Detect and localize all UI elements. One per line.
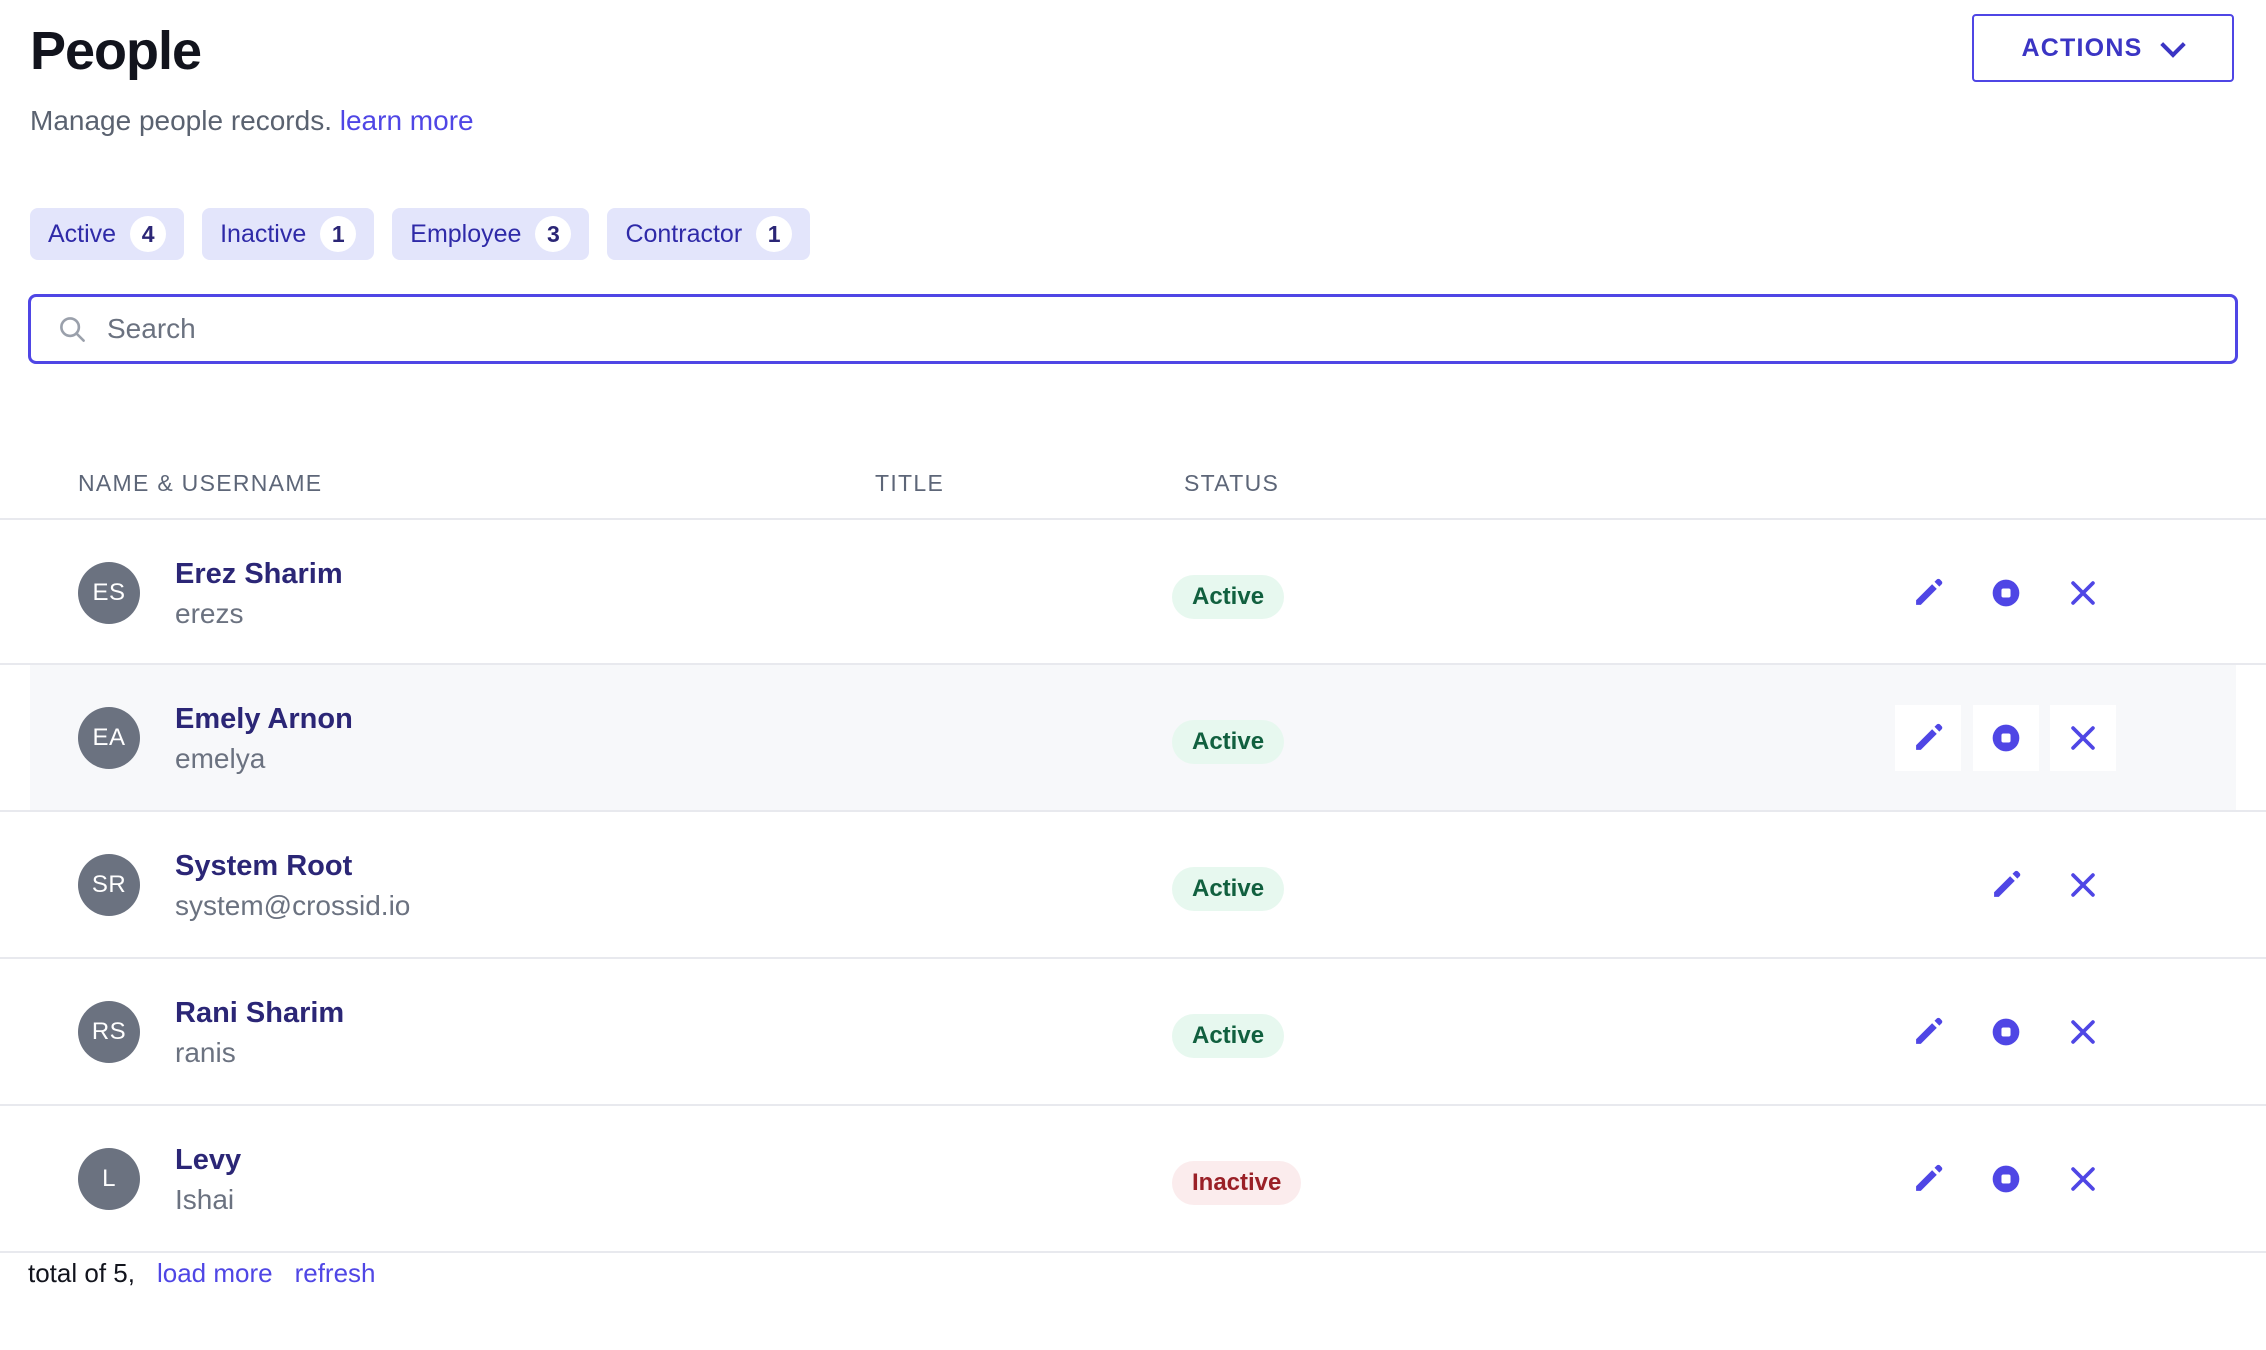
people-page: People Manage people records. learn more… xyxy=(0,0,2266,1350)
table-row[interactable]: L Levy Ishai Inactive xyxy=(0,1106,2266,1253)
name-cell: System Root system@crossid.io xyxy=(175,848,410,923)
page-header: People Manage people records. learn more… xyxy=(0,0,2266,160)
block-button[interactable] xyxy=(1973,999,2039,1065)
edit-icon xyxy=(1911,576,1945,610)
filter-chip-label: Contractor xyxy=(625,219,743,248)
close-icon xyxy=(2066,1162,2100,1196)
edit-button[interactable] xyxy=(1895,560,1961,626)
name-cell: Erez Sharim erezs xyxy=(175,556,343,631)
table-row[interactable]: RS Rani Sharim ranis Active xyxy=(0,959,2266,1106)
person-username: ranis xyxy=(175,1037,236,1069)
filter-chip-count: 3 xyxy=(535,216,572,252)
actions-button[interactable]: ACTIONS xyxy=(1972,14,2234,82)
table-row-background: EA Emely Arnon emelya Active xyxy=(30,665,2236,810)
search-icon xyxy=(60,317,85,342)
table-footer: total of 5, load more refresh xyxy=(28,1258,376,1289)
edit-button[interactable] xyxy=(1973,852,2039,918)
person-name-link[interactable]: System Root xyxy=(175,848,410,884)
filter-chip-count: 1 xyxy=(756,216,793,252)
table-row[interactable]: EA Emely Arnon emelya Active xyxy=(0,665,2266,812)
filter-chip-contractor[interactable]: Contractor 1 xyxy=(607,208,811,260)
table-row-background: L Levy Ishai Inactive xyxy=(30,1106,2236,1251)
close-icon xyxy=(2066,576,2100,610)
close-icon xyxy=(2066,1015,2100,1049)
column-header-status: STATUS xyxy=(1184,470,1280,496)
search-box[interactable] xyxy=(28,294,2238,364)
page-subtitle: Manage people records. learn more xyxy=(30,104,474,138)
person-username: system@crossid.io xyxy=(175,890,411,922)
avatar: EA xyxy=(78,707,140,769)
person-username: emelya xyxy=(175,743,266,775)
load-more-link[interactable]: load more xyxy=(157,1258,273,1289)
close-icon xyxy=(2066,868,2100,902)
filter-chip-count: 4 xyxy=(130,216,167,252)
person-name-link[interactable]: Levy xyxy=(175,1142,241,1178)
status-badge: Active xyxy=(1172,575,1285,619)
table-row[interactable]: ES Erez Sharim erezs Active xyxy=(0,518,2266,665)
block-button[interactable] xyxy=(1973,1146,2039,1212)
avatar: SR xyxy=(78,854,140,916)
edit-button[interactable] xyxy=(1895,1146,1961,1212)
filter-chip-employee[interactable]: Employee 3 xyxy=(392,208,590,260)
filter-chip-inactive[interactable]: Inactive 1 xyxy=(202,208,375,260)
edit-icon xyxy=(1989,868,2023,902)
status-badge: Active xyxy=(1172,867,1285,911)
name-cell: Rani Sharim ranis xyxy=(175,995,344,1070)
close-button[interactable] xyxy=(2050,999,2116,1065)
block-icon xyxy=(1990,1163,2022,1195)
person-username: erezs xyxy=(175,598,244,630)
chevron-down-icon xyxy=(2164,34,2184,54)
close-button[interactable] xyxy=(2050,560,2116,626)
table-row-background: RS Rani Sharim ranis Active xyxy=(30,959,2236,1104)
learn-more-link[interactable]: learn more xyxy=(340,105,474,136)
close-button[interactable] xyxy=(2050,705,2116,771)
name-cell: Levy Ishai xyxy=(175,1142,241,1217)
edit-icon xyxy=(1911,721,1945,755)
close-icon xyxy=(2066,721,2100,755)
edit-icon xyxy=(1911,1015,1945,1049)
name-cell: Emely Arnon emelya xyxy=(175,701,353,776)
table-header-row: NAME & USERNAME TITLE STATUS xyxy=(0,448,2266,518)
block-icon xyxy=(1990,1016,2022,1048)
page-title: People xyxy=(30,21,202,81)
edit-button[interactable] xyxy=(1895,999,1961,1065)
table-body: ES Erez Sharim erezs Active EA Emely Arnon eme… xyxy=(0,518,2266,1253)
filter-chip-label: Inactive xyxy=(220,219,307,248)
total-count-label: total of 5, xyxy=(28,1258,135,1288)
block-icon xyxy=(1990,577,2022,609)
close-button[interactable] xyxy=(2050,852,2116,918)
status-badge: Active xyxy=(1172,720,1285,764)
status-badge: Inactive xyxy=(1172,1161,1302,1205)
filter-chip-list: Active 4 Inactive 1 Employee 3 Contractor 1 xyxy=(30,208,811,260)
edit-icon xyxy=(1911,1162,1945,1196)
filter-chip-label: Employee xyxy=(410,219,522,248)
edit-button[interactable] xyxy=(1895,705,1961,771)
person-username: Ishai xyxy=(175,1184,235,1216)
block-button[interactable] xyxy=(1973,560,2039,626)
person-name-link[interactable]: Emely Arnon xyxy=(175,701,353,737)
column-header-name: NAME & USERNAME xyxy=(78,470,323,496)
status-badge: Active xyxy=(1172,1014,1285,1058)
filter-chip-count: 1 xyxy=(320,216,357,252)
actions-button-label: ACTIONS xyxy=(2021,33,2143,62)
filter-chip-label: Active xyxy=(48,219,117,248)
people-table: NAME & USERNAME TITLE STATUS ES Erez Shar… xyxy=(0,448,2266,1253)
table-row[interactable]: SR System Root system@crossid.io Active xyxy=(0,812,2266,959)
block-button[interactable] xyxy=(1973,705,2039,771)
person-name-link[interactable]: Rani Sharim xyxy=(175,995,344,1031)
page-subtitle-text: Manage people records. xyxy=(30,105,332,136)
table-row-background: ES Erez Sharim erezs Active xyxy=(30,520,2236,663)
search-input[interactable] xyxy=(107,297,2209,361)
avatar: L xyxy=(78,1148,140,1210)
block-icon xyxy=(1990,722,2022,754)
person-name-link[interactable]: Erez Sharim xyxy=(175,556,343,592)
column-header-title: TITLE xyxy=(875,470,945,496)
avatar: RS xyxy=(78,1001,140,1063)
filter-chip-active[interactable]: Active 4 xyxy=(30,208,185,260)
refresh-link[interactable]: refresh xyxy=(295,1258,376,1289)
table-row-background: SR System Root system@crossid.io Active xyxy=(30,812,2236,957)
avatar: ES xyxy=(78,562,140,624)
close-button[interactable] xyxy=(2050,1146,2116,1212)
